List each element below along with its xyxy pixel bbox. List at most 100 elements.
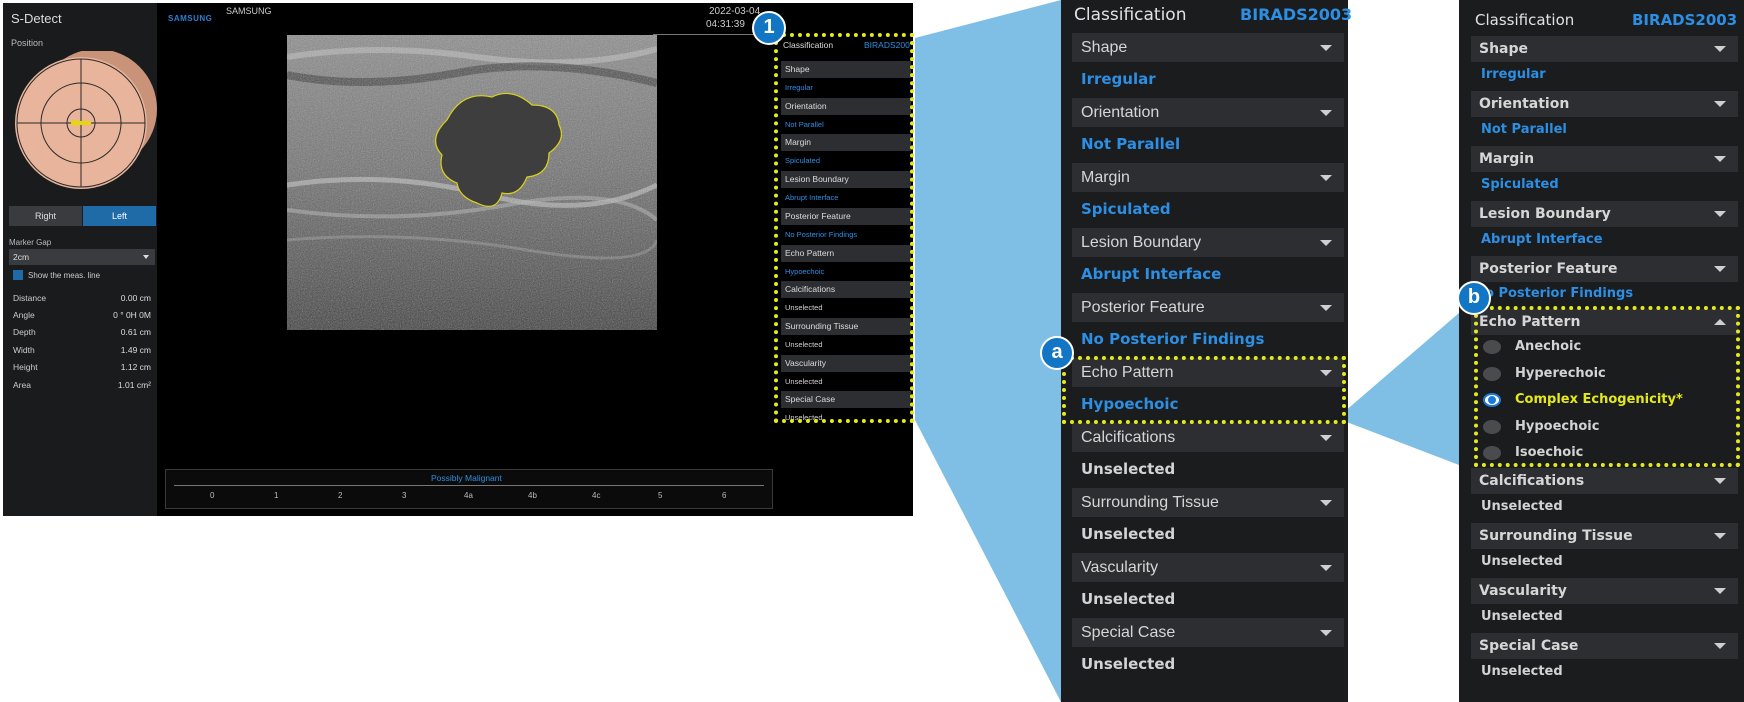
dropdown-header[interactable]: Posterior Feature xyxy=(1471,256,1738,282)
dropdown-label: Vascularity xyxy=(1081,559,1159,576)
dropdown-value: Abrupt Interface xyxy=(1481,232,1603,247)
dropdown-header[interactable]: Surrounding Tissue xyxy=(1072,488,1344,517)
ultrasound-image[interactable] xyxy=(287,35,657,330)
dropdown-label: Posterior Feature xyxy=(1479,261,1618,277)
zoom-panel-a: Classification BIRADS2003 Shape Irregular… xyxy=(1061,0,1352,702)
dropdown-value: Spiculated xyxy=(1081,200,1171,218)
dropdown-value: Unselected xyxy=(1081,525,1176,543)
chevron-down-icon xyxy=(1320,240,1332,246)
dropdown-label: Surrounding Tissue xyxy=(1081,494,1219,511)
dropdown-label: Calcifications xyxy=(1081,429,1176,446)
chevron-down-icon xyxy=(1714,643,1726,649)
dropdown-header[interactable]: Calcifications xyxy=(1471,468,1738,494)
app-title: S-Detect xyxy=(11,11,62,26)
scale-line xyxy=(174,485,764,486)
scale-tick: 0 xyxy=(210,491,215,500)
chevron-down-icon xyxy=(1714,588,1726,594)
chevron-down-icon xyxy=(1320,45,1332,51)
brand-logo: SAMSUNG xyxy=(168,14,213,23)
dropdown-header[interactable]: Shape xyxy=(1471,36,1738,62)
chevron-down-icon xyxy=(1320,305,1332,311)
dropdown-label: Lesion Boundary xyxy=(1479,206,1611,222)
dropdown-header[interactable]: Vascularity xyxy=(1072,553,1344,582)
dropdown-value: Not Parallel xyxy=(1481,122,1567,137)
dropdown-label: Orientation xyxy=(1081,104,1160,121)
dropdown-header[interactable]: Margin xyxy=(1471,146,1738,172)
chevron-down-icon xyxy=(1714,46,1726,52)
dropdown-value: Unselected xyxy=(1081,460,1176,478)
chevron-down-icon xyxy=(1320,435,1332,441)
brand-text: SAMSUNG xyxy=(226,6,272,16)
highlight-box-small-panel xyxy=(774,33,914,423)
chevron-down-icon xyxy=(1714,478,1726,484)
dropdown-value: Irregular xyxy=(1481,67,1546,82)
scale-tick: 4b xyxy=(528,491,537,500)
left-side-button[interactable]: Left xyxy=(83,206,156,226)
highlight-box-echo-pattern-a xyxy=(1062,356,1346,424)
dropdown-header[interactable]: Posterior Feature xyxy=(1072,293,1344,322)
position-label: Position xyxy=(11,38,44,48)
scale-tick: 4a xyxy=(464,491,473,500)
callout-badge-1: 1 xyxy=(752,11,786,45)
dropdown-header[interactable]: Surrounding Tissue xyxy=(1471,523,1738,549)
show-meas-line-label: Show the meas. line xyxy=(28,271,101,280)
marker-gap-label: Marker Gap xyxy=(9,238,52,247)
dropdown-value: Unselected xyxy=(1481,499,1563,514)
measurement-row: Angle 0 ° 0H 0M xyxy=(13,310,151,320)
chevron-down-icon xyxy=(1320,500,1332,506)
chevron-down-icon xyxy=(1714,266,1726,272)
chevron-down-icon xyxy=(1714,533,1726,539)
dropdown-header[interactable]: Calcifications xyxy=(1072,423,1344,452)
callout-wedge-2 xyxy=(1344,313,1459,465)
dropdown-value: o Posterior Findings xyxy=(1485,286,1634,301)
chevron-down-icon xyxy=(1320,175,1332,181)
dropdown-label: Lesion Boundary xyxy=(1081,234,1202,251)
dropdown-header[interactable]: Orientation xyxy=(1072,98,1344,127)
dropdown-label: Special Case xyxy=(1479,638,1579,654)
chevron-down-icon xyxy=(1320,565,1332,571)
dropdown-label: Margin xyxy=(1479,151,1535,167)
dropdown-value: Spiculated xyxy=(1481,177,1559,192)
dropdown-value: Unselected xyxy=(1481,664,1563,679)
dropdown-header[interactable]: Orientation xyxy=(1471,91,1738,117)
dropdown-header[interactable]: Margin xyxy=(1072,163,1344,192)
classification-title: Classification xyxy=(1475,11,1575,29)
measurement-row: Distance 0.00 cm xyxy=(13,293,151,303)
exam-time: 04:31:39 xyxy=(706,19,745,30)
dropdown-header[interactable]: Special Case xyxy=(1072,618,1344,647)
dropdown-value: No Posterior Findings xyxy=(1081,330,1265,348)
dropdown-header[interactable]: Shape xyxy=(1072,33,1344,62)
dropdown-value: Irregular xyxy=(1081,70,1156,88)
birads-scale: Possibly Malignant 0 1 2 3 4a 4b 4c 5 6 xyxy=(165,469,773,509)
callout-badge-a: a xyxy=(1040,336,1074,370)
measurement-row: Area 1.01 cm² xyxy=(13,380,151,390)
dropdown-label: Posterior Feature xyxy=(1081,299,1205,316)
dropdown-label: Calcifications xyxy=(1479,473,1585,489)
dropdown-label: Special Case xyxy=(1081,624,1176,641)
callout-badge-b: b xyxy=(1457,281,1491,315)
dropdown-value: Unselected xyxy=(1481,609,1563,624)
dropdown-value: Unselected xyxy=(1081,655,1176,673)
measurement-row: Width 1.49 cm xyxy=(13,345,151,355)
chevron-down-icon xyxy=(1714,101,1726,107)
dropdown-label: Orientation xyxy=(1479,96,1570,112)
marker-gap-select[interactable]: 2cm xyxy=(9,249,155,265)
dropdown-header[interactable]: Lesion Boundary xyxy=(1072,228,1344,257)
show-meas-line-checkbox[interactable] xyxy=(13,270,23,280)
scale-tick: 2 xyxy=(338,491,343,500)
right-side-button[interactable]: Right xyxy=(9,206,82,226)
dropdown-label: Margin xyxy=(1081,169,1130,186)
marker-gap-value: 2cm xyxy=(13,252,30,262)
dropdown-header[interactable]: Vascularity xyxy=(1471,578,1738,604)
chevron-down-icon xyxy=(1320,110,1332,116)
dropdown-label: Shape xyxy=(1081,39,1128,56)
scale-tick: 1 xyxy=(274,491,279,500)
highlight-box-echo-pattern-b xyxy=(1474,306,1740,467)
breast-position-diagram[interactable] xyxy=(9,51,157,201)
dropdown-header[interactable]: Lesion Boundary xyxy=(1471,201,1738,227)
dropdown-header[interactable]: Special Case xyxy=(1471,633,1738,659)
dropdown-value: Unselected xyxy=(1081,590,1176,608)
chevron-down-icon xyxy=(1320,630,1332,636)
dropdown-value: Abrupt Interface xyxy=(1081,265,1222,283)
assessment-label: Possibly Malignant xyxy=(431,473,502,483)
